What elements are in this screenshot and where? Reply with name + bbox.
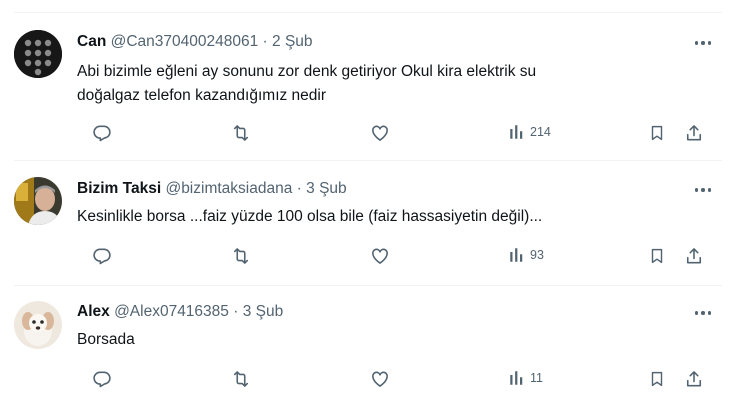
- views-icon: [508, 123, 526, 141]
- views-icon: [508, 369, 526, 387]
- tweet-text: Kesinlikle borsa ...faiz yüzde 100 olsa …: [77, 205, 680, 229]
- timestamp[interactable]: 3 Şub: [243, 303, 284, 320]
- views-button[interactable]: 11: [508, 369, 543, 387]
- reply-icon: [92, 246, 112, 266]
- user-handle[interactable]: @Can370400248061: [111, 33, 259, 50]
- tweet-text-line: Borsada: [77, 331, 135, 348]
- reply-icon: [92, 369, 112, 389]
- share-button[interactable]: [684, 369, 704, 389]
- more-icon[interactable]: [692, 306, 714, 320]
- user-handle[interactable]: @bizimtaksiadana: [165, 180, 292, 197]
- reply-button[interactable]: [92, 246, 112, 266]
- views-button[interactable]: 93: [508, 246, 544, 264]
- share-button[interactable]: [684, 246, 704, 266]
- like-button[interactable]: [370, 123, 390, 143]
- view-count: 11: [530, 371, 543, 385]
- tweet-text: Abi bizimle eğleni ay sonunu zor denk ge…: [77, 60, 680, 108]
- avatar-dog-image: [14, 301, 62, 349]
- views-icon: [508, 246, 526, 264]
- views-button[interactable]: 214: [508, 123, 551, 141]
- retweet-button[interactable]: [230, 246, 252, 266]
- like-button[interactable]: [370, 246, 390, 266]
- avatar[interactable]: [14, 30, 62, 78]
- bookmark-button[interactable]: [648, 246, 666, 266]
- retweet-button[interactable]: [230, 123, 252, 143]
- tweet-text-line: Abi bizimle eğleni ay sonunu zor denk ge…: [77, 63, 537, 80]
- reply-icon: [92, 123, 112, 143]
- more-icon[interactable]: [692, 36, 714, 50]
- like-icon: [370, 246, 390, 266]
- display-name[interactable]: Bizim Taksi: [77, 180, 161, 197]
- view-count: 93: [530, 248, 544, 262]
- tweet-text-line: Kesinlikle borsa ...faiz yüzde 100 olsa …: [77, 208, 543, 225]
- share-icon: [684, 369, 704, 389]
- display-name[interactable]: Alex: [77, 303, 110, 320]
- view-count: 214: [530, 125, 551, 139]
- bookmark-button[interactable]: [648, 369, 666, 389]
- like-icon: [370, 369, 390, 389]
- more-icon[interactable]: [692, 183, 714, 197]
- bookmark-icon: [648, 369, 666, 389]
- bookmark-icon: [648, 246, 666, 266]
- tweet-header: Alex @Alex07416385 · 3 Şub: [77, 303, 283, 321]
- retweet-icon: [230, 369, 252, 389]
- display-name[interactable]: Can: [77, 33, 106, 50]
- share-button[interactable]: [684, 123, 704, 143]
- separator-dot: ·: [262, 33, 268, 50]
- timestamp[interactable]: 3 Şub: [306, 180, 347, 197]
- retweet-icon: [230, 123, 252, 143]
- avatar-photo-image: [14, 177, 62, 225]
- tweet-text: Borsada: [77, 328, 680, 352]
- like-icon: [370, 123, 390, 143]
- avatar[interactable]: [14, 177, 62, 225]
- timestamp[interactable]: 2 Şub: [272, 33, 313, 50]
- like-button[interactable]: [370, 369, 390, 389]
- tweet-header: Bizim Taksi @bizimtaksiadana · 3 Şub: [77, 180, 347, 198]
- bookmark-icon: [648, 123, 666, 143]
- retweet-icon: [230, 246, 252, 266]
- share-icon: [684, 123, 704, 143]
- separator-dot: ·: [233, 303, 239, 320]
- retweet-button[interactable]: [230, 369, 252, 389]
- reply-button[interactable]: [92, 369, 112, 389]
- avatar[interactable]: [14, 301, 62, 349]
- reply-button[interactable]: [92, 123, 112, 143]
- bookmark-button[interactable]: [648, 123, 666, 143]
- tweet-text-line: doğalgaz telefon kazandığımız nedir: [77, 87, 327, 104]
- share-icon: [684, 246, 704, 266]
- separator-dot: ·: [296, 180, 302, 197]
- user-handle[interactable]: @Alex07416385: [114, 303, 229, 320]
- tweet-header: Can @Can370400248061 · 2 Şub: [77, 33, 313, 51]
- avatar-keypad-image: [14, 30, 62, 78]
